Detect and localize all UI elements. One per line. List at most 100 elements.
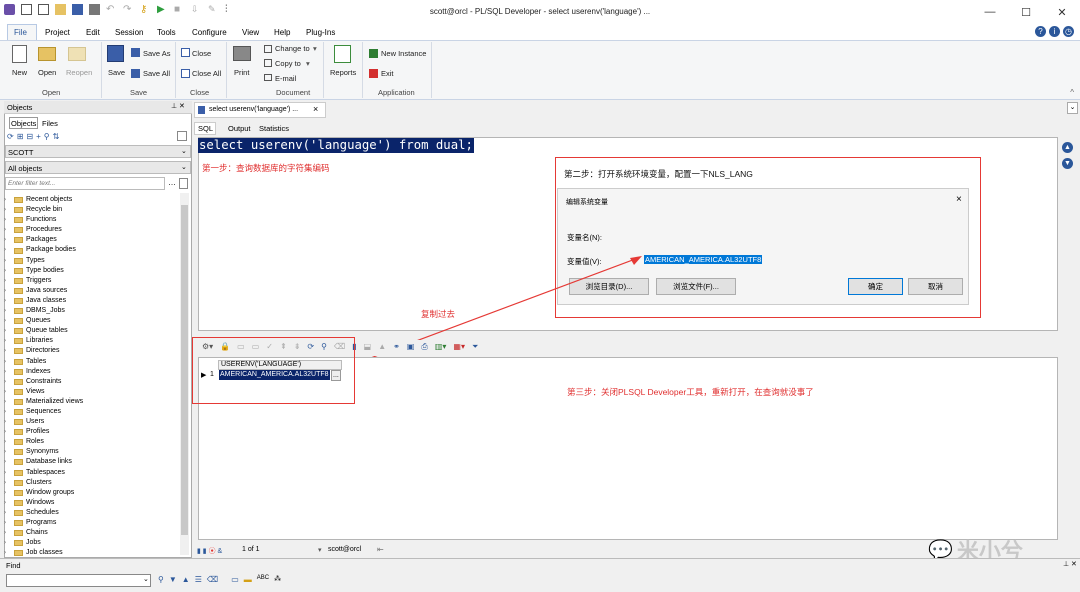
scroll-down-icon[interactable]: ▼ bbox=[1062, 158, 1073, 169]
table-icon[interactable]: ▦▾ bbox=[453, 342, 465, 352]
tree-item[interactable]: › Types bbox=[4, 256, 83, 266]
expand-arrow-icon[interactable]: › bbox=[4, 316, 14, 326]
filter-icon[interactable]: ⏷ bbox=[472, 342, 478, 352]
tree-item[interactable]: › Materialized views bbox=[4, 397, 83, 407]
expand-arrow-icon[interactable]: › bbox=[4, 457, 14, 467]
tab-plugins[interactable]: Plug-Ins bbox=[306, 28, 335, 37]
expand-arrow-icon[interactable]: › bbox=[4, 256, 14, 266]
expand-arrow-icon[interactable]: › bbox=[4, 326, 14, 336]
tree-item[interactable]: › Synonyms bbox=[4, 447, 83, 457]
find-prev-icon[interactable]: ▲ bbox=[182, 575, 190, 584]
tree-item[interactable]: › Recent objects bbox=[4, 195, 83, 205]
expand-arrow-icon[interactable]: › bbox=[4, 336, 14, 346]
new-instance-button[interactable]: New Instance bbox=[381, 49, 426, 58]
folder-icon[interactable]: ▬ bbox=[244, 575, 252, 584]
expand-arrow-icon[interactable]: › bbox=[4, 306, 14, 316]
about-icon[interactable]: ◷ bbox=[1063, 26, 1074, 37]
expand-arrow-icon[interactable]: › bbox=[4, 417, 14, 427]
collapse-icon[interactable]: ⊟ bbox=[26, 132, 33, 141]
tree-item[interactable]: › Jobs bbox=[4, 538, 83, 548]
expand-arrow-icon[interactable]: › bbox=[4, 377, 14, 387]
tab-configure[interactable]: Configure bbox=[192, 28, 227, 37]
tree-item[interactable]: › Package bodies bbox=[4, 245, 83, 255]
tree-item[interactable]: › Packages bbox=[4, 235, 83, 245]
help-icon[interactable]: ? bbox=[1035, 26, 1046, 37]
email-button[interactable]: E-mail bbox=[275, 74, 296, 83]
scroll-up-icon[interactable]: ▲ bbox=[1062, 142, 1073, 153]
expand-arrow-icon[interactable]: › bbox=[4, 357, 14, 367]
expand-arrow-icon[interactable]: › bbox=[4, 286, 14, 296]
chevron-down-icon[interactable]: ⌄ bbox=[181, 147, 187, 155]
close-all-button[interactable]: Close All bbox=[192, 69, 221, 78]
expand-arrow-icon[interactable]: › bbox=[4, 235, 14, 245]
find-list-icon[interactable]: ☰ bbox=[195, 575, 202, 584]
tree-item[interactable]: › Queue tables bbox=[4, 326, 83, 336]
tab-close-icon[interactable]: × bbox=[313, 104, 318, 114]
new-doc-icon[interactable] bbox=[179, 178, 188, 189]
tree-item[interactable]: › Java classes bbox=[4, 296, 83, 306]
tab-session[interactable]: Session bbox=[115, 28, 143, 37]
tree-item[interactable]: › Views bbox=[4, 387, 83, 397]
tree-item[interactable]: › Procedures bbox=[4, 225, 83, 235]
expand-arrow-icon[interactable]: › bbox=[4, 548, 14, 558]
chart-icon[interactable]: ▥▾ bbox=[435, 342, 447, 352]
tree-scroll-thumb[interactable] bbox=[181, 205, 188, 535]
tree-item[interactable]: › Triggers bbox=[4, 276, 83, 286]
tab-tools[interactable]: Tools bbox=[157, 28, 176, 37]
expand-arrow-icon[interactable]: › bbox=[4, 518, 14, 528]
cancel-button[interactable]: 取消 bbox=[908, 278, 963, 295]
expand-arrow-icon[interactable]: › bbox=[4, 498, 14, 508]
tab-project[interactable]: Project bbox=[45, 28, 70, 37]
connection-dropdown-icon[interactable]: ▾ bbox=[318, 546, 322, 554]
tree-item[interactable]: › Functions bbox=[4, 215, 83, 225]
sql-text[interactable]: select userenv('language') from dual; bbox=[198, 138, 474, 153]
link-icon[interactable]: ⚭ bbox=[393, 342, 400, 352]
new-button[interactable]: New bbox=[12, 68, 27, 77]
tab-files[interactable]: Files bbox=[42, 119, 58, 128]
tab-help[interactable]: Help bbox=[274, 28, 290, 37]
dialog-close-icon[interactable]: × bbox=[956, 194, 962, 205]
expand-arrow-icon[interactable]: › bbox=[4, 427, 14, 437]
pin-icon[interactable]: ⇤ bbox=[377, 545, 384, 554]
tree-item[interactable]: › Programs bbox=[4, 518, 83, 528]
up-icon[interactable]: ▲ bbox=[378, 342, 386, 352]
expand-arrow-icon[interactable]: › bbox=[4, 296, 14, 306]
tab-edit[interactable]: Edit bbox=[86, 28, 100, 37]
tree-item[interactable]: › Tables bbox=[4, 357, 83, 367]
ok-button[interactable]: 确定 bbox=[848, 278, 903, 295]
refresh-icon[interactable]: ⟳ bbox=[7, 132, 14, 141]
tree-item[interactable]: › Window groups bbox=[4, 488, 83, 498]
tree-item[interactable]: › Clusters bbox=[4, 478, 83, 488]
expand-arrow-icon[interactable]: › bbox=[4, 478, 14, 488]
expand-arrow-icon[interactable]: › bbox=[4, 397, 14, 407]
tree-item[interactable]: › Windows bbox=[4, 498, 83, 508]
save-as-button[interactable]: Save As bbox=[143, 49, 171, 58]
expand-arrow-icon[interactable]: › bbox=[4, 225, 14, 235]
expand-arrow-icon[interactable]: › bbox=[4, 528, 14, 538]
copy-to-dropdown-icon[interactable]: ▾ bbox=[306, 59, 310, 68]
exit-button[interactable]: Exit bbox=[381, 69, 394, 78]
tree-item[interactable]: › Database links bbox=[4, 457, 83, 467]
tree-item[interactable]: › Profiles bbox=[4, 427, 83, 437]
tree-item[interactable]: › Java sources bbox=[4, 286, 83, 296]
expand-arrow-icon[interactable]: › bbox=[4, 437, 14, 447]
copy-to-button[interactable]: Copy to bbox=[275, 59, 301, 68]
tree-item[interactable]: › Chains bbox=[4, 528, 83, 538]
save-all-button[interactable]: Save All bbox=[143, 69, 170, 78]
find-pin-icon[interactable]: ⊥ ✕ bbox=[1063, 560, 1077, 568]
expand-icon[interactable]: ⊞ bbox=[17, 132, 24, 141]
browse-file-button[interactable]: 浏览文件(F)... bbox=[656, 278, 736, 295]
tab-file[interactable]: File bbox=[14, 28, 27, 37]
expand-arrow-icon[interactable]: › bbox=[4, 346, 14, 356]
expand-arrow-icon[interactable]: › bbox=[4, 245, 14, 255]
expand-arrow-icon[interactable]: › bbox=[4, 447, 14, 457]
find-next-icon[interactable]: ▼ bbox=[169, 575, 177, 584]
info-icon[interactable]: i bbox=[1049, 26, 1060, 37]
expand-arrow-icon[interactable]: › bbox=[4, 468, 14, 478]
tree-item[interactable]: › Schedules bbox=[4, 508, 83, 518]
add-icon[interactable]: + bbox=[36, 132, 41, 141]
expand-arrow-icon[interactable]: › bbox=[4, 266, 14, 276]
tree-item[interactable]: › Queues bbox=[4, 316, 83, 326]
ribbon-collapse-icon[interactable]: ^ bbox=[1070, 88, 1074, 97]
print-button[interactable]: Print bbox=[234, 68, 249, 77]
